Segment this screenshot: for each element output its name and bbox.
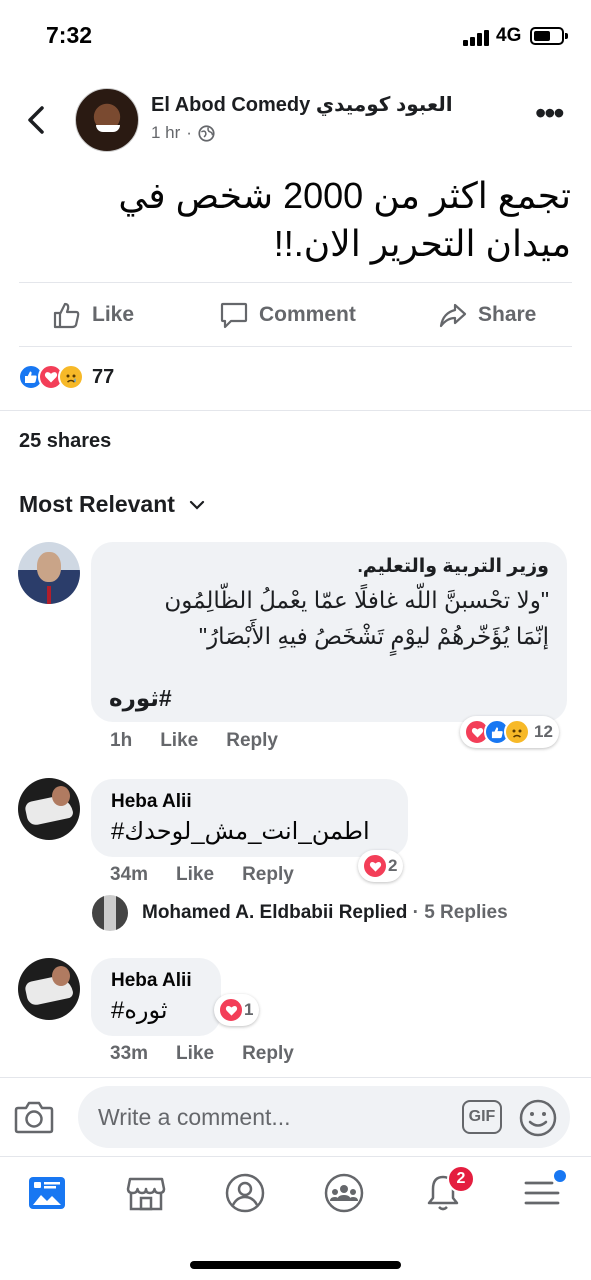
love-reaction-icon	[362, 853, 388, 879]
post-time: 1 hr	[151, 123, 181, 142]
divider	[0, 410, 591, 411]
comment-text[interactable]: #ثوره	[111, 996, 201, 1025]
chevron-down-icon	[189, 500, 205, 510]
divider	[19, 282, 572, 283]
globe-icon	[198, 124, 215, 142]
back-icon[interactable]	[22, 102, 52, 138]
comment-bubble[interactable]: Heba Alii #ثوره	[91, 958, 221, 1036]
replier-avatar	[92, 895, 128, 931]
love-reaction-icon	[218, 997, 244, 1023]
comment-actions: 1h Like Reply	[110, 730, 278, 752]
page-avatar[interactable]	[75, 88, 139, 152]
battery-icon	[530, 27, 568, 45]
post-actions: Like Comment Share	[0, 290, 591, 340]
profile-icon[interactable]	[223, 1171, 267, 1215]
comment-button[interactable]: Comment	[219, 300, 356, 330]
comment-reaction-count: 2	[388, 856, 398, 875]
comment-text[interactable]: #اطمن_انت_مش_لوحدك	[111, 817, 388, 846]
comment-reply-button[interactable]: Reply	[242, 1043, 294, 1065]
like-button[interactable]: Like	[52, 300, 134, 330]
news-feed-icon[interactable]	[25, 1171, 69, 1215]
like-label: Like	[92, 303, 135, 326]
comment-reactions[interactable]: 1	[214, 994, 260, 1026]
comments-filter[interactable]: Most Relevant	[19, 491, 205, 518]
comment-like-button[interactable]: Like	[176, 864, 214, 886]
comment-bubble[interactable]: وزير التربية والتعليم. "ولا تحْسبنَّ الل…	[91, 542, 567, 722]
shares-count[interactable]: 25 shares	[19, 430, 111, 453]
divider	[19, 346, 572, 347]
comment-reply-button[interactable]: Reply	[226, 730, 278, 752]
post-header: El Abod Comedy العبود كوميدي 1 hr · •••	[0, 82, 591, 162]
notification-badge: 2	[447, 1165, 475, 1193]
groups-icon[interactable]	[322, 1171, 366, 1215]
marketplace-icon[interactable]	[124, 1171, 168, 1215]
comment-actions: 33m Like Reply	[110, 1043, 294, 1065]
cellular-signal-icon	[463, 30, 491, 46]
more-options-icon[interactable]: •••	[535, 97, 565, 132]
comment-hashtag[interactable]: #ثوره	[109, 685, 172, 712]
comment-time: 33m	[110, 1043, 149, 1064]
gif-button[interactable]: GIF	[462, 1100, 502, 1134]
replies-count: · 5 Replies	[412, 902, 508, 923]
comment-reactions[interactable]: 2	[358, 850, 404, 882]
comment-reply-button[interactable]: Reply	[242, 864, 294, 886]
commenter-avatar[interactable]	[18, 958, 80, 1020]
comment-actions: 34m Like Reply	[110, 864, 294, 886]
comment-composer: Write a comment... GIF	[0, 1077, 591, 1155]
comment-label: Comment	[259, 303, 356, 326]
page-name[interactable]: El Abod Comedy العبود كوميدي	[151, 92, 453, 117]
thumbs-up-icon	[53, 302, 80, 329]
comment-time: 34m	[110, 864, 149, 885]
status-bar: 7:32 4G	[0, 0, 591, 70]
share-button[interactable]: Share	[438, 300, 536, 330]
share-label: Share	[478, 303, 537, 326]
comment-text-line: وزير التربية والتعليم.	[357, 556, 549, 577]
commenter-avatar[interactable]	[18, 542, 80, 604]
menu-notification-dot	[554, 1170, 566, 1182]
camera-icon[interactable]	[14, 1100, 54, 1134]
home-indicator[interactable]	[190, 1261, 401, 1269]
reactions-summary[interactable]: 77	[18, 364, 114, 390]
sad-reaction-icon	[58, 364, 84, 390]
commenter-avatar[interactable]	[18, 778, 80, 840]
comment-text-line: "ولا تحْسبنَّ اللّه غافلًا عمّا يعْملُ ا…	[164, 587, 549, 613]
comment-text-line: إنّمَا يُؤَخّرهُمْ ليوْمٍ تَشْخَصُ فيهِ …	[198, 623, 549, 649]
meta-separator: ·	[186, 123, 192, 142]
post-text: تجمع اكثر من 2000 شخص في ميدان التحرير ا…	[118, 175, 571, 264]
comment-reaction-count: 1	[244, 1000, 254, 1019]
replier-name: Mohamed A. Eldbabii Replied	[142, 902, 408, 923]
comment-reaction-count: 12	[534, 722, 553, 741]
comment-author[interactable]: Heba Alii	[111, 970, 201, 992]
comment-bubble[interactable]: Heba Alii #اطمن_انت_مش_لوحدك	[91, 779, 408, 857]
post-meta: 1 hr ·	[151, 123, 215, 143]
view-replies[interactable]: Mohamed A. Eldbabii Replied · 5 Replies	[92, 895, 508, 931]
network-type: 4G	[496, 25, 522, 46]
share-icon	[439, 303, 467, 328]
comments-filter-label: Most Relevant	[19, 491, 175, 517]
comment-icon	[220, 302, 248, 329]
comment-input-placeholder: Write a comment...	[98, 1103, 291, 1130]
comment-reactions[interactable]: 12	[460, 716, 559, 748]
reaction-count: 77	[92, 365, 115, 388]
sad-reaction-icon	[504, 719, 530, 745]
comment-like-button[interactable]: Like	[160, 730, 198, 752]
comment-author[interactable]: Heba Alii	[111, 791, 388, 813]
comment-like-button[interactable]: Like	[176, 1043, 214, 1065]
status-time: 7:32	[46, 22, 93, 48]
emoji-icon[interactable]	[518, 1098, 558, 1138]
comment-time: 1h	[110, 730, 133, 751]
